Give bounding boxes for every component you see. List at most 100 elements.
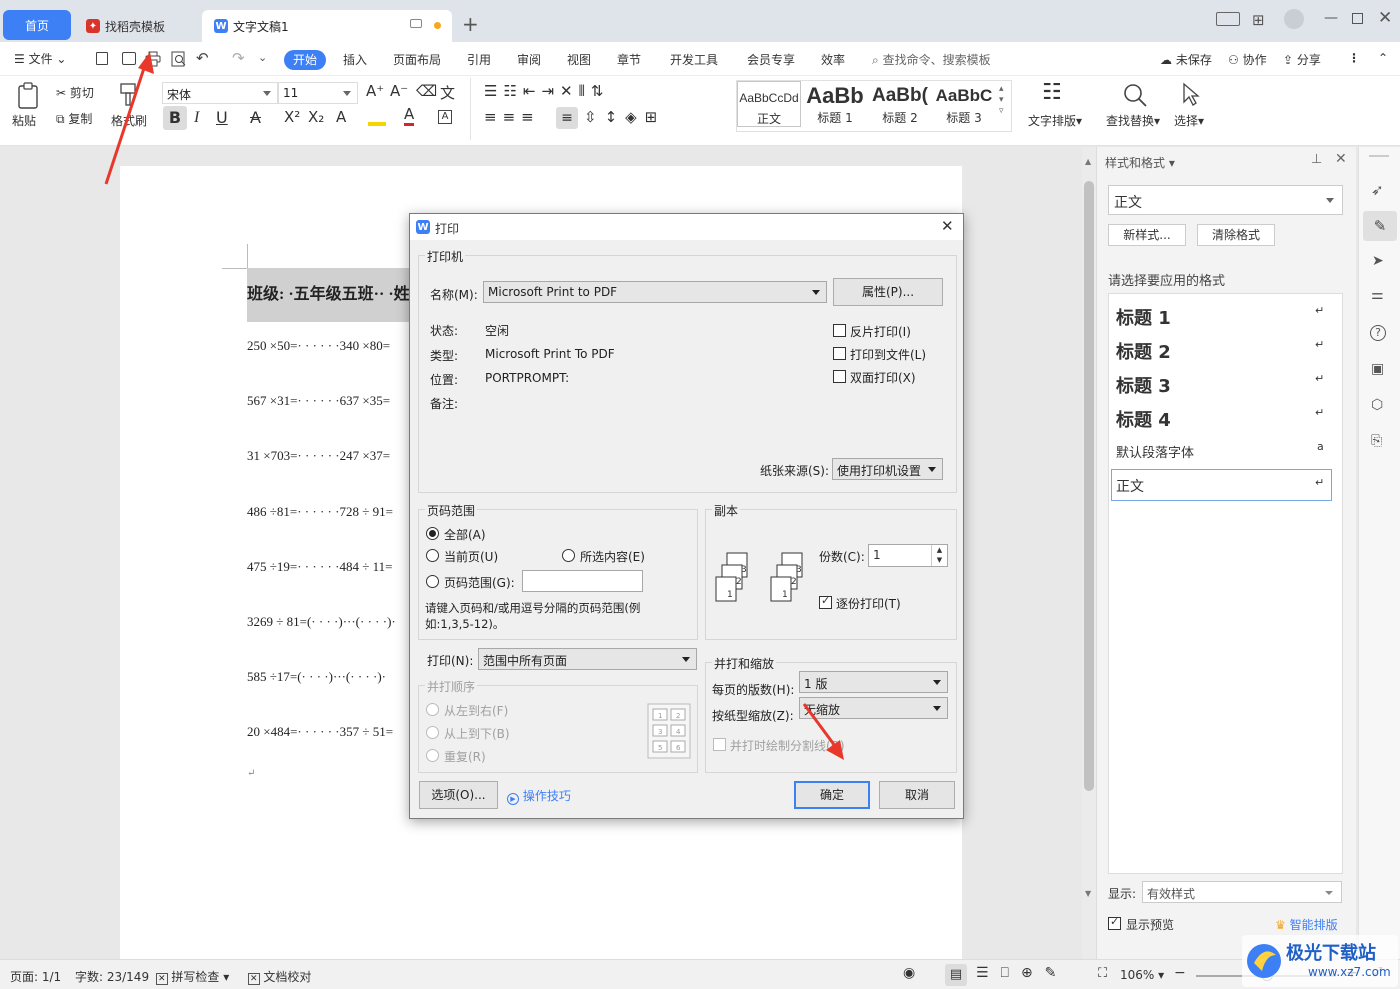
avatar[interactable] (1284, 9, 1304, 29)
tab-home[interactable]: 首页 (3, 10, 71, 40)
page-range-input[interactable] (522, 570, 643, 592)
image-icon[interactable]: ▣ (1371, 361, 1384, 377)
sliders-icon[interactable]: ⚌ (1371, 287, 1384, 303)
bold-icon[interactable]: B (163, 106, 187, 130)
menu-review[interactable]: 审阅 (517, 51, 541, 68)
options-button[interactable]: 选项(O)... (419, 781, 498, 809)
style-normal[interactable]: AaBbCcDd 正文 (737, 81, 801, 127)
order-tb-radio[interactable] (426, 726, 439, 739)
help-icon[interactable]: ? (1370, 325, 1386, 341)
tab-template[interactable]: ✦ 找稻壳模板 (76, 10, 196, 42)
show-filter-select[interactable]: 有效样式 (1142, 881, 1342, 903)
underline-icon[interactable]: U (216, 108, 228, 127)
style-list-item[interactable]: 标题 2 (1116, 338, 1171, 364)
text-layout-button[interactable]: 文字排版▾ (1028, 112, 1082, 129)
font-color-icon[interactable]: A (404, 106, 415, 126)
style-heading3[interactable]: AaBbC 标题 3 (932, 81, 996, 127)
fit-page-icon[interactable]: ⛶ (1098, 966, 1107, 981)
current-style-select[interactable]: 正文 (1108, 185, 1343, 215)
command-search[interactable]: ⌕ 查找命令、搜索模板 (872, 51, 991, 68)
pinyin-icon[interactable]: 文 (440, 82, 455, 103)
cursor-icon[interactable]: ➤ (1372, 253, 1384, 269)
range-all-radio[interactable] (426, 527, 439, 540)
style-list-item-selected[interactable]: 正文 (1111, 469, 1332, 501)
close-panel-icon[interactable]: ✕ (1335, 151, 1347, 167)
font-name-select[interactable]: 宋体 (162, 82, 278, 104)
spell-check-button[interactable]: ✕ 拼写检查 ▾ (156, 968, 229, 985)
new-tab-icon[interactable]: + (462, 12, 479, 36)
range-pages-radio[interactable] (426, 575, 439, 588)
select-cursor-icon[interactable] (1180, 82, 1202, 108)
menu-chapter[interactable]: 章节 (617, 51, 641, 68)
font-size-select[interactable]: 11 (278, 82, 358, 104)
char-border-icon[interactable]: A (438, 110, 452, 124)
smart-layout-button[interactable]: ♛ 智能排版 (1275, 916, 1338, 933)
style-heading2[interactable]: AaBb( 标题 2 (868, 81, 932, 127)
style-list-item[interactable]: 默认段落字体 (1116, 442, 1194, 461)
layout-icon[interactable] (1216, 12, 1240, 26)
draw-borders-checkbox[interactable] (713, 738, 726, 751)
page-count[interactable]: 页面: 1/1 (10, 968, 61, 985)
more-icon[interactable]: ⋮ (1348, 51, 1360, 65)
justify-icon[interactable]: ≡ (556, 107, 578, 129)
tab-document[interactable]: W 文字文稿1 (202, 10, 452, 42)
find-replace-button[interactable]: 查找替换▾ (1106, 112, 1160, 129)
menu-insert[interactable]: 插入 (343, 51, 367, 68)
print-preview-icon[interactable] (171, 51, 187, 67)
find-icon[interactable] (1122, 82, 1148, 108)
range-selection-radio[interactable] (562, 549, 575, 562)
word-count[interactable]: 字数: 23/149 (75, 968, 149, 985)
menu-references[interactable]: 引用 (467, 51, 491, 68)
copies-input[interactable]: 1 ▲ ▼ (868, 544, 948, 567)
duplex-checkbox[interactable] (833, 370, 846, 383)
paste-icon[interactable] (16, 82, 42, 110)
paragraph-tools-top-icon[interactable]: ☰☷⇤⇥✕⫴⇅ (484, 82, 609, 100)
style-list-item[interactable]: 标题 1 (1116, 304, 1171, 330)
style-pen-icon[interactable]: ✎ (1363, 211, 1397, 241)
style-gallery-scroll-icon[interactable]: ▴ ▾ ▿ (999, 84, 1004, 117)
close-dialog-icon[interactable]: ✕ (941, 217, 954, 235)
cut-button[interactable]: ✂ 剪切 (56, 84, 94, 101)
pages-per-sheet-select[interactable]: 1 版 (799, 671, 948, 693)
copies-spinner-icon[interactable]: ▲ ▼ (931, 545, 947, 566)
style-heading1[interactable]: AaBb 标题 1 (803, 81, 867, 127)
highlight-icon[interactable] (368, 110, 386, 126)
superscript-icon[interactable]: X² (284, 108, 300, 126)
menu-start[interactable]: 开始 (284, 50, 326, 70)
undo-icon[interactable]: ↶ (196, 49, 209, 67)
book-icon[interactable]: ⎘ (1371, 433, 1382, 449)
share-button[interactable]: ⇪ 分享 (1283, 51, 1321, 68)
paragraph-tools-bottom-icon[interactable]: ≡≡≡ (484, 108, 540, 126)
print-to-file-checkbox[interactable] (833, 347, 846, 360)
style-list-item[interactable]: 标题 3 (1116, 372, 1171, 398)
text-effect-icon[interactable]: A (336, 108, 346, 126)
vertical-scrollbar[interactable]: ▲ ▼ (1082, 147, 1096, 959)
monitor-icon[interactable] (410, 19, 422, 28)
clear-format-icon[interactable]: ⌫ (416, 82, 437, 100)
unsaved-button[interactable]: ☁ 未保存 (1160, 51, 1212, 68)
paste-button[interactable]: 粘贴 (12, 112, 36, 129)
close-window-icon[interactable]: ✕ (1378, 8, 1392, 28)
shield-icon[interactable]: ⬡ (1371, 397, 1383, 413)
collab-button[interactable]: ⚇ 协作 (1228, 51, 1267, 68)
order-lr-radio[interactable] (426, 703, 439, 716)
menu-member[interactable]: 会员专享 (747, 51, 795, 68)
rocket-icon[interactable]: ➶ (1371, 181, 1384, 199)
paper-source-select[interactable]: 使用打印机设置 (832, 458, 943, 480)
copy-button[interactable]: ⧉ 复制 (56, 110, 92, 127)
minimize-icon[interactable]: — (1324, 10, 1338, 26)
italic-icon[interactable]: I (194, 109, 199, 127)
order-repeat-radio[interactable] (426, 749, 439, 762)
zoom-out-icon[interactable]: − (1174, 965, 1186, 981)
printer-name-select[interactable]: Microsoft Print to PDF (483, 281, 827, 303)
style-list-item[interactable]: 标题 4 (1116, 406, 1171, 432)
menu-view[interactable]: 视图 (567, 51, 591, 68)
menu-page-layout[interactable]: 页面布局 (393, 51, 441, 68)
scroll-up-icon[interactable]: ▲ (1085, 157, 1091, 166)
reverse-print-checkbox[interactable] (833, 324, 846, 337)
pin-icon[interactable]: ⊥ (1311, 152, 1322, 167)
tips-link[interactable]: ▶ 操作技巧 (507, 787, 571, 805)
range-current-radio[interactable] (426, 549, 439, 562)
collapse-ribbon-icon[interactable]: ⌃ (1378, 51, 1388, 65)
strikethrough-icon[interactable]: A (250, 108, 261, 127)
